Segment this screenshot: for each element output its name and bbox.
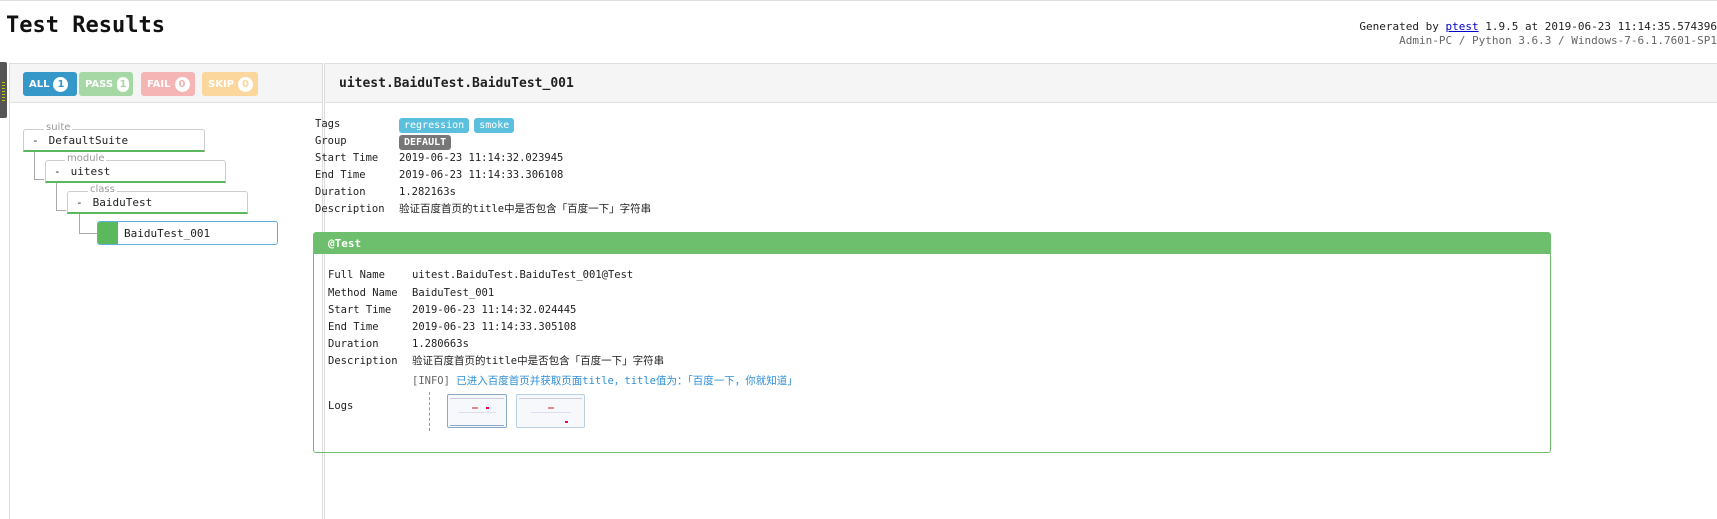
tags-list: regression smoke [399,117,519,134]
test-end-time-value: 2019-06-23 11:14:33.305108 [412,321,577,333]
detail-title: uitest.BaiduTest.BaiduTest_001 [325,64,1717,103]
start-time-value: 2019-06-23 11:14:32.023945 [399,152,564,164]
logs-label: Logs [328,400,354,412]
test-start-time-value: 2019-06-23 11:14:32.024445 [412,304,577,316]
screenshot-thumbnail[interactable] [447,394,507,428]
filter-skip-label: SKIP [208,78,235,90]
filter-fail-label: FAIL [147,78,171,90]
tree-connector [56,183,57,210]
module-label: module [65,153,107,164]
full-name-label: Full Name [328,269,385,281]
tag-badge: smoke [474,118,515,133]
group-badge: DEFAULT [399,135,452,150]
method-name-label: Method Name [328,287,398,299]
tag-badge: regression [399,118,470,133]
log-divider [429,392,430,431]
filter-pass-button[interactable]: PASS 1 [79,72,133,96]
generated-suffix: 1.9.5 at 2019-06-23 11:14:35.574396 [1485,20,1717,33]
method-name-value: BaiduTest_001 [412,287,495,299]
tree-connector [79,214,80,233]
suite-name: DefaultSuite [48,133,129,147]
filter-all-label: ALL [29,78,50,90]
full-name-value: uitest.BaiduTest.BaiduTest_001@Test [412,269,634,281]
filter-pass-label: PASS [85,78,114,90]
filter-skip-button[interactable]: SKIP 0 [202,72,258,96]
generated-prefix: Generated by [1359,20,1439,33]
generated-info: Generated by ptest 1.9.5 at 2019-06-23 1… [1359,20,1717,48]
tree-connector [34,152,35,179]
tree-connector [79,233,97,234]
test-duration-value: 1.280663s [412,338,469,350]
duration-label: Duration [315,186,366,198]
description-label: Description [315,203,385,215]
suite-label: suite [44,122,73,133]
test-duration-label: Duration [328,338,379,350]
test-description-label: Description [328,355,398,367]
environment-info: Admin-PC / Python 3.6.3 / Windows-7-6.1.… [1399,34,1717,47]
test-start-time-label: Start Time [328,304,392,316]
filter-all-count: 1 [53,76,69,92]
page-title: Test Results [6,13,165,38]
filter-all-button[interactable]: ALL 1 [23,72,77,96]
group-label: Group [315,135,347,147]
start-time-label: Start Time [315,152,379,164]
module-name: uitest [70,164,111,178]
filter-skip-count: 0 [238,76,254,92]
duration-value: 1.282163s [399,186,456,198]
tree-connector [56,210,66,211]
filter-fail-button[interactable]: FAIL 0 [141,72,195,96]
test-description-value: 验证百度首页的title中是否包含「百度一下」字符串 [412,355,665,367]
group-badge-wrap: DEFAULT [399,134,456,151]
log-message: 已进入百度首页并获取页面title，title值为：「百度一下，你就知道」 [456,375,798,387]
detail-tags-row: Tags [315,116,340,133]
pass-status-indicator [98,222,118,244]
filter-pass-count: 1 [117,76,129,92]
sidebar-drag-handle[interactable] [0,62,7,118]
class-name: BaiduTest [92,195,153,209]
ptest-link[interactable]: ptest [1445,20,1478,33]
collapse-icon[interactable]: - [54,165,61,178]
top-border [0,0,1717,1]
collapse-icon[interactable]: - [76,196,83,209]
test-end-time-label: End Time [328,321,379,333]
tags-label: Tags [315,118,341,130]
filter-fail-count: 0 [174,76,190,92]
tree-test-node[interactable]: BaiduTest_001 [97,221,278,245]
end-time-value: 2019-06-23 11:14:33.306108 [399,169,564,181]
class-label: class [88,184,117,195]
end-time-label: End Time [315,169,366,181]
collapse-icon[interactable]: - [32,134,39,147]
screenshot-thumbnail[interactable] [516,394,585,428]
tree-connector [34,179,44,180]
log-entry: [INFO] 已进入百度首页并获取页面title，title值为：「百度一下，你… [412,373,798,390]
test-name: BaiduTest_001 [124,226,211,240]
log-level: [INFO] [412,375,450,387]
test-header[interactable]: @Test [314,233,1550,254]
description-value: 验证百度首页的title中是否包含「百度一下」字符串 [399,203,652,215]
